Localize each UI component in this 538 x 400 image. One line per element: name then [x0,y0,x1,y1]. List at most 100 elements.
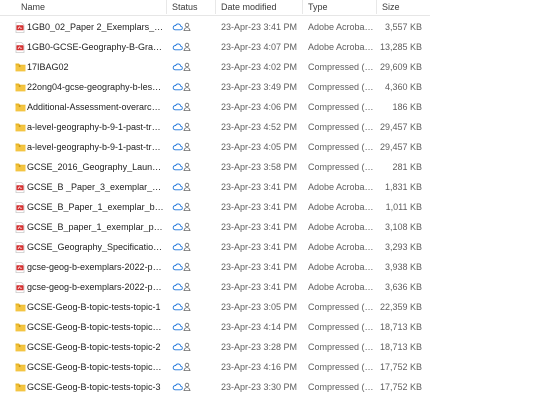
column-divider[interactable] [215,0,216,14]
zip-folder-icon [15,82,26,93]
file-date-modified: 23-Apr-23 3:49 PM [221,82,298,92]
file-row[interactable]: GCSE-Geog-B-topic-tests-topic-3 (1) 23-Ap… [0,357,430,377]
file-date-modified: 23-Apr-23 4:14 PM [221,322,298,332]
sync-status [172,162,192,173]
file-name[interactable]: a-level-geography-b-9-1-past-training-..… [27,142,164,152]
file-row[interactable]: GCSE-Geog-B-topic-tests-topic-1 23-Apr-23… [0,297,430,317]
file-name[interactable]: 1GB0_02_Paper 2_Exemplars_Summer 20... [27,22,164,32]
file-name[interactable]: GCSE-Geog-B-topic-tests-topic-1 [27,302,164,312]
file-name[interactable]: gcse-geog-b-exemplars-2022-paper-1 [27,262,164,272]
file-size: 17,752 KB [379,382,422,392]
file-date-modified: 23-Apr-23 3:41 PM [221,282,298,292]
file-date-modified: 23-Apr-23 3:28 PM [221,342,298,352]
file-size: 3,293 KB [384,242,422,252]
cloud-icon [172,322,183,332]
file-row[interactable]: 22ong04-gcse-geography-b-lessons-lear...… [0,77,430,97]
file-row[interactable]: GCSE-Geog-B-topic-tests-topic-3 23-Apr-23… [0,377,430,397]
cloud-icon [172,102,183,112]
file-size: 4,360 KB [384,82,422,92]
cloud-icon [172,142,183,152]
pdf-file-icon [15,42,25,53]
file-row[interactable]: Additional-Assessment-overarching-doc...… [0,97,430,117]
file-date-modified: 23-Apr-23 3:41 PM [221,22,298,32]
file-date-modified: 23-Apr-23 3:41 PM [221,202,298,212]
column-header-type[interactable]: Type [308,2,328,12]
file-row[interactable]: gcse-geog-b-exemplars-2022-paper-2 23-Apr… [0,277,430,297]
file-size: 281 KB [392,162,422,172]
person-shared-icon [183,382,191,392]
file-name[interactable]: GCSE_2016_Geography_Launch_Event_Liv... [27,162,164,172]
file-name[interactable]: Additional-Assessment-overarching-doc... [27,102,164,112]
file-name[interactable]: GCSE-Geog-B-topic-tests-topic-3 [27,382,164,392]
file-row[interactable]: GCSE_B_Paper_1_exemplar_booklet 23-Apr-23… [0,197,430,217]
person-shared-icon [183,202,191,212]
sync-status [172,182,192,193]
file-row[interactable]: GCSE-Geog-B-topic-tests-topic-2 23-Apr-23… [0,337,430,357]
sync-status [172,242,192,253]
sync-status [172,22,192,33]
file-date-modified: 23-Apr-23 3:41 PM [221,242,298,252]
person-shared-icon [183,102,191,112]
file-name[interactable]: a-level-geography-b-9-1-past-training-..… [27,122,164,132]
file-row[interactable]: 1GB0_02_Paper 2_Exemplars_Summer 20... 23… [0,17,430,37]
person-shared-icon [183,142,191,152]
file-row[interactable]: 17IBAG0223-Apr-23 4:02 PMCompressed (zip… [0,57,430,77]
file-name[interactable]: GCSE-Geog-B-topic-tests-topic-2 (1) [27,322,164,332]
column-divider[interactable] [376,0,377,14]
sync-status [172,42,192,53]
file-row[interactable]: GCSE_B _Paper_3_exemplar_pack_-_Final 23-… [0,177,430,197]
file-name[interactable]: GCSE_Geography_Specification_B_-_Pape... [27,242,164,252]
file-size: 3,108 KB [384,222,422,232]
file-size: 3,938 KB [384,262,422,272]
file-row[interactable]: GCSE_2016_Geography_Launch_Event_Liv... 2… [0,157,430,177]
cloud-icon [172,162,183,172]
file-row[interactable]: a-level-geography-b-9-1-past-training-..… [0,117,430,137]
file-name[interactable]: 1GB0-GCSE-Geography-B-Grade-Exempl... [27,42,164,52]
person-shared-icon [183,62,191,72]
cloud-icon [172,242,183,252]
cloud-icon [172,122,183,132]
file-name[interactable]: GCSE_B_paper_1_exemplar_pack _June_2... [27,222,164,232]
sync-status [172,342,192,353]
zip-folder-icon [15,102,26,113]
file-name[interactable]: GCSE_B _Paper_3_exemplar_pack_-_Final [27,182,164,192]
file-name[interactable]: GCSE-Geog-B-topic-tests-topic-3 (1) [27,362,164,372]
cloud-icon [172,82,183,92]
pdf-file-icon [15,262,25,273]
sync-status [172,302,192,313]
person-shared-icon [183,262,191,272]
file-row[interactable]: a-level-geography-b-9-1-past-training-..… [0,137,430,157]
file-name[interactable]: GCSE-Geog-B-topic-tests-topic-2 [27,342,164,352]
file-row[interactable]: 1GB0-GCSE-Geography-B-Grade-Exempl... 23-… [0,37,430,57]
cloud-icon [172,42,183,52]
file-row[interactable]: gcse-geog-b-exemplars-2022-paper-1 23-Apr… [0,257,430,277]
file-date-modified: 23-Apr-23 3:58 PM [221,162,298,172]
file-name[interactable]: 17IBAG02 [27,62,164,72]
sync-status [172,122,192,133]
file-size: 18,713 KB [379,322,422,332]
cloud-icon [172,382,183,392]
file-row[interactable]: GCSE_B_paper_1_exemplar_pack _June_2... 2… [0,217,430,237]
file-date-modified: 23-Apr-23 3:41 PM [221,222,298,232]
file-name[interactable]: gcse-geog-b-exemplars-2022-paper-2 [27,282,164,292]
file-name[interactable]: 22ong04-gcse-geography-b-lessons-lear... [27,82,164,92]
file-size: 22,359 KB [379,302,422,312]
file-row[interactable]: GCSE-Geog-B-topic-tests-topic-2 (1) 23-Ap… [0,317,430,337]
column-divider[interactable] [302,0,303,14]
file-name[interactable]: GCSE_B_Paper_1_exemplar_booklet [27,202,164,212]
cloud-icon [172,282,183,292]
person-shared-icon [183,222,191,232]
file-row[interactable]: GCSE_Geography_Specification_B_-_Pape...… [0,237,430,257]
column-header-date-modified[interactable]: Date modified [221,2,277,12]
zip-folder-icon [15,162,26,173]
sync-status [172,142,192,153]
person-shared-icon [183,322,191,332]
column-header-size[interactable]: Size [382,2,400,12]
file-size: 3,557 KB [384,22,422,32]
cloud-icon [172,262,183,272]
column-header-name[interactable]: Name [21,2,45,12]
cloud-icon [172,62,183,72]
column-divider[interactable] [166,0,167,14]
person-shared-icon [183,282,191,292]
column-header-status[interactable]: Status [172,2,198,12]
